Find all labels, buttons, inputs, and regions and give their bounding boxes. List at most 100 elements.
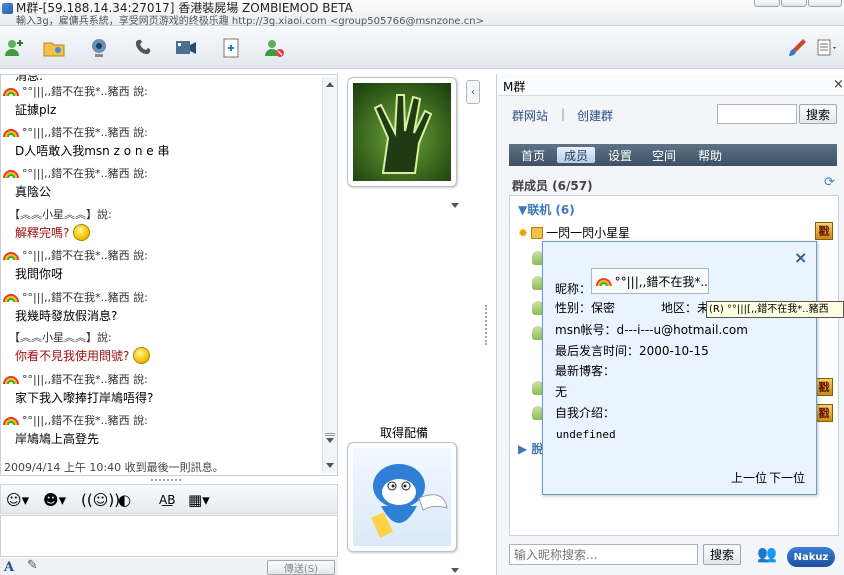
my-avatar-menu-arrow-icon[interactable] [451,568,459,573]
previous-member-link[interactable]: 上一位 [731,469,767,486]
add-member-icon[interactable]: 👥 [757,544,777,563]
window-subtitle: 輸入3g，雇傭兵系統，享受网页游戏的终极乐趣 http://3g.xiaoi.c… [16,16,484,27]
nudge-icon[interactable]: ((☺)) [81,491,120,509]
msn-account-field: msn帐号：d---i---u@hotmail.com [555,323,748,337]
sender-name: °°|||,,錯不在我*..豬西 說: [22,167,148,180]
emoticon-wink-icon[interactable]: ☻▾ [43,491,66,509]
refresh-icon[interactable]: ⟳ [824,175,835,190]
add-contact-icon[interactable] [0,35,28,61]
get-equipment-label: 取得配備 [380,426,429,440]
avatar-menu-arrow-icon[interactable] [451,203,459,208]
intro-label: 自我介绍： [555,406,616,420]
member-info-popup: × 昵称： °°|||,,錯不在我*.. 性别：保密 地区：未 msn帐号：d-… [542,241,817,495]
message-sender: °°|||,,錯不在我*..豬西 說: [3,165,148,181]
my-avatar[interactable] [347,442,457,552]
webcam-icon[interactable] [85,35,113,61]
members-title: 群成员 (6/57) [512,179,593,193]
next-member-link[interactable]: 下一位 [769,469,805,486]
admin-badge-icon: 戳 [815,404,833,422]
send-button[interactable]: 傳送(S) [267,560,335,575]
tab-space[interactable]: 空间 [650,147,678,163]
background-icon[interactable]: ▦▾ [188,491,210,509]
scroll-end-icon[interactable] [326,463,334,468]
send-file-icon[interactable] [217,35,245,61]
group-search-button[interactable]: 搜索 [799,104,837,124]
close-window-button[interactable] [808,0,842,7]
gender-field: 性别：保密 [555,301,616,315]
tab-home[interactable]: 首页 [519,147,547,163]
chat-scrollbar[interactable] [322,77,337,473]
message-content: 我問你呀 [15,266,64,281]
member-item[interactable]: ✹ 一閃一閃小星星 [518,224,630,241]
message-text: D人唔敢入我msn z o n e 串 [15,141,170,159]
sender-name: 【︽︽小星︽︽】說: [9,208,112,221]
resize-grip[interactable] [151,479,181,481]
member-search-input[interactable] [510,545,697,564]
call-icon[interactable] [130,35,158,61]
group-header: M群 × [497,74,844,96]
message-sender: °°|||,,錯不在我*..豬西 說: [3,83,148,99]
tab-settings[interactable]: 设置 [606,147,634,163]
maximize-button[interactable] [781,0,807,7]
sender-name: 【︽︽小星︽︽】說: [9,331,112,344]
group-site-link[interactable]: 群网站 [512,107,548,124]
message-content: 証據plz [15,102,57,117]
panel-splitter[interactable] [485,305,487,345]
message-text: 家下我入嚟捧打岸鳩唔得? [15,388,153,406]
message-text: 真陰公 [15,182,51,200]
scroll-down-icon[interactable] [326,438,334,443]
composer-footer: A ✎ 傳送(S) [0,558,338,575]
minimize-button[interactable] [754,0,780,7]
nickname-box[interactable]: °°|||,,錯不在我*.. [591,268,709,294]
member-search-field[interactable] [509,544,698,565]
collapse-panel-button[interactable]: ‹ [466,80,480,104]
sender-name: °°|||,,錯不在我*..豬西 說: [22,249,148,262]
group-close-icon[interactable]: × [833,77,844,92]
blog-value: 无 [555,385,568,399]
block-contact-icon[interactable] [260,35,288,61]
group-name: M群 [503,80,526,94]
offline-group-header[interactable]: ▶ 脫 [518,440,543,457]
menu-icon[interactable] [812,35,842,61]
sun-status-icon: ✹ [518,225,529,240]
chat-history[interactable]: 消息: °°|||,,錯不在我*..豬西 說: 証據plz °°|||,,錯不在我*… [0,74,338,476]
rainbow-icon [3,293,19,302]
group-tabs: 首页 成员 设置 空间 帮助 [509,144,837,166]
group-search-input[interactable] [717,104,797,124]
member-folder-icon [531,226,544,239]
emoticon-smile-icon[interactable]: ☺▾ [6,491,29,509]
online-group-header[interactable]: ▼联机 (6) [518,201,575,218]
scroll-thumb[interactable] [325,433,335,436]
sender-name: °°|||,,錯不在我*..豬西 說: [22,414,148,427]
paint-brush-icon[interactable] [783,35,811,61]
video-icon[interactable] [172,35,200,61]
message-input[interactable] [0,515,338,557]
message-sender: °°|||,,錯不在我*..豬西 說: [3,289,148,305]
create-group-link[interactable]: 创建群 [577,107,613,124]
member-search-button[interactable]: 搜索 [703,544,741,565]
rainbow-icon [596,277,612,286]
area-field: 地区：未 [661,301,710,315]
message-sender: °°|||,,錯不在我*..豬西 說: [3,412,148,428]
font-style-icon[interactable]: A͟B [159,493,175,507]
message-content: 我幾時發放假消息? [15,308,118,323]
last-message-status: 2009/4/14 上午 10:40 收到最後一則訊息。 [4,461,224,474]
font-button[interactable]: A [4,560,14,575]
popup-close-icon[interactable]: × [794,248,807,267]
tab-help[interactable]: 帮助 [696,147,724,163]
rainbow-icon [3,416,19,425]
rainbow-icon [3,251,19,260]
message-text: 岸鳩鳩上高登先 [15,429,99,447]
contact-avatar[interactable] [347,77,457,187]
tab-members[interactable]: 成员 [557,147,595,163]
message-content: 岸鳩鳩上高登先 [15,431,100,446]
handwriting-icon[interactable]: ✎ [27,558,38,573]
toolbar [0,27,844,69]
voice-clip-icon[interactable]: ◐ [118,491,131,509]
message-text: 我幾時發放假消息? [15,306,117,324]
message-content: 真陰公 [15,184,52,199]
zombie-hand-avatar-icon [353,83,451,181]
sender-name: °°|||,,錯不在我*..豬西 說: [22,291,148,304]
scroll-up-icon[interactable] [326,82,334,87]
share-folder-icon[interactable] [40,35,68,61]
